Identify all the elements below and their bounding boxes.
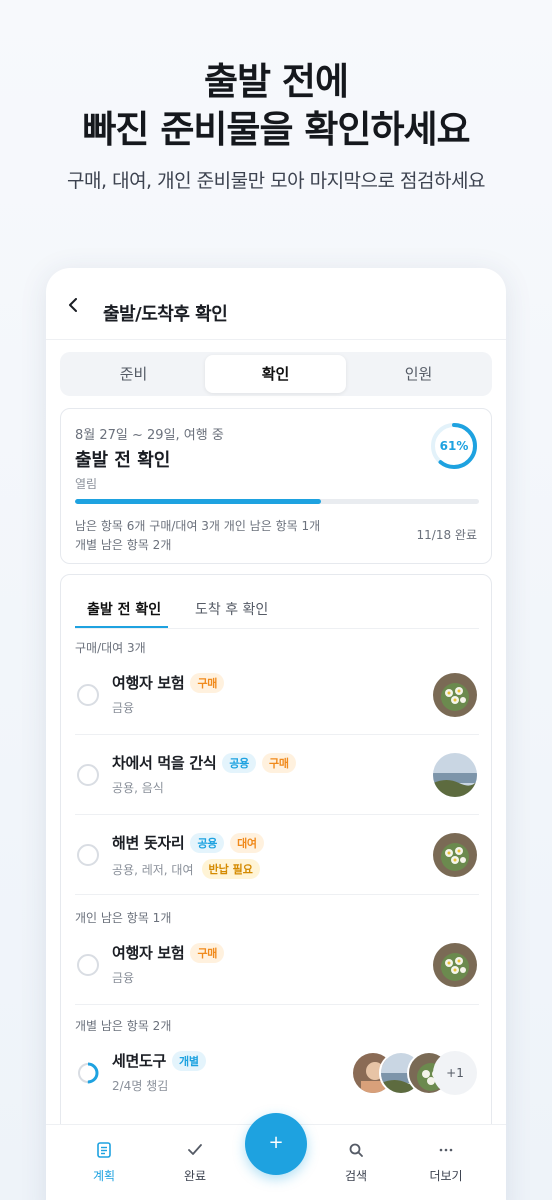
item-partial-progress[interactable] xyxy=(77,1062,99,1084)
hero: 출발 전에 빠진 준비물을 확인하세요 구매, 대여, 개인 준비물만 모아 마… xyxy=(0,58,552,193)
item-member-count: 2/4명 챙김 xyxy=(112,1079,169,1093)
segment-check[interactable]: 확인 xyxy=(205,355,346,393)
list-item[interactable]: 차에서 먹을 간식 공용 구매 공용, 음식 xyxy=(75,735,479,815)
section-label-individual: 개별 남은 항목 2개 xyxy=(75,1019,172,1033)
meta-line2: 개별 남은 항목 2개 xyxy=(75,538,172,552)
app-header: 출발/도착후 확인 xyxy=(46,268,506,340)
check-icon xyxy=(155,1139,235,1161)
nav-label: 더보기 xyxy=(429,1169,463,1183)
nav-plan[interactable]: 계획 xyxy=(64,1139,144,1184)
tag-return-required: 반납 필요 xyxy=(201,859,260,879)
item-name: 해변 돗자리 xyxy=(112,834,185,852)
subtabs: 출발 전 확인 도착 후 확인 xyxy=(75,595,479,629)
segment-members[interactable]: 인원 xyxy=(348,355,489,393)
list-item[interactable]: 여행자 보험 구매 금융 xyxy=(75,925,479,1005)
tag-shared: 공용 xyxy=(190,832,225,853)
tag-purchase: 구매 xyxy=(262,752,296,773)
item-title: 차에서 먹을 간식 공용 구매 xyxy=(112,752,296,773)
list-item[interactable]: 여행자 보험 구매 금융 xyxy=(75,655,479,735)
item-subtitle: 금융 xyxy=(112,699,134,716)
nav-done[interactable]: 완료 xyxy=(155,1139,235,1184)
item-title: 여행자 보험 구매 xyxy=(112,672,225,693)
member-avatars: +1 xyxy=(351,1051,477,1095)
summary-status: 열림 xyxy=(75,477,98,491)
list-item[interactable]: 해변 돗자리 공용 대여 공용, 레저, 대여 반납 필요 xyxy=(75,815,479,895)
nav-more[interactable]: 더보기 xyxy=(406,1139,486,1184)
chevron-left-icon[interactable] xyxy=(66,298,80,312)
active-tab-indicator xyxy=(75,626,168,628)
progress-bar-fill xyxy=(75,499,322,504)
item-checkbox[interactable] xyxy=(77,954,99,976)
tag-purchase: 구매 xyxy=(190,672,225,693)
item-photo xyxy=(433,673,477,717)
nav-label: 검색 xyxy=(344,1169,368,1183)
document-icon xyxy=(64,1139,144,1161)
item-category: 공용, 레저, 대여 xyxy=(112,862,194,877)
tab-after-arrival[interactable]: 도착 후 확인 xyxy=(195,599,268,619)
item-photo xyxy=(433,833,477,877)
tab-before-departure[interactable]: 출발 전 확인 xyxy=(87,599,161,619)
item-subtitle: 공용, 레저, 대여 반납 필요 xyxy=(112,859,260,879)
list-item[interactable]: 세면도구 개별 2/4명 챙김 +1 xyxy=(75,1033,479,1113)
section-label-purchase: 구매/대여 3개 xyxy=(75,641,146,655)
more-members-count[interactable]: +1 xyxy=(433,1051,477,1095)
item-name: 여행자 보험 xyxy=(112,944,185,962)
page-title: 출발/도착후 확인 xyxy=(103,304,228,325)
segment-prepare[interactable]: 준비 xyxy=(63,355,204,393)
item-name: 여행자 보험 xyxy=(112,674,185,692)
hero-title-line1: 출발 전에 xyxy=(203,60,349,103)
summary-card: 8월 27일 ~ 29일, 여행 중 출발 전 확인 열림 61% 남은 항목 … xyxy=(60,408,492,564)
trip-dates: 8월 27일 ~ 29일, 여행 중 xyxy=(75,428,224,443)
item-title: 해변 돗자리 공용 대여 xyxy=(112,832,264,853)
tag-purchase: 구매 xyxy=(190,942,225,963)
more-icon xyxy=(406,1139,486,1161)
summary-meta: 남은 항목 6개 구매/대여 3개 개인 남은 항목 1개 개별 남은 항목 2… xyxy=(75,517,375,555)
item-photo xyxy=(433,943,477,987)
done-count: 11/18 완료 xyxy=(416,528,477,542)
checklist-card: 출발 전 확인 도착 후 확인 구매/대여 3개 여행자 보험 구매 금융 차에… xyxy=(60,574,492,1200)
item-category: 공용, 음식 xyxy=(112,781,164,795)
item-checkbox[interactable] xyxy=(77,684,99,706)
item-checkbox[interactable] xyxy=(77,844,99,866)
phone-screen: 출발/도착후 확인 준비 확인 인원 8월 27일 ~ 29일, 여행 중 출발… xyxy=(46,268,506,1200)
item-category: 금융 xyxy=(112,971,135,985)
hero-subtitle: 구매, 대여, 개인 준비물만 모아 마지막으로 점검하세요 xyxy=(67,170,485,192)
add-button[interactable]: + xyxy=(245,1113,307,1175)
item-subtitle: 공용, 음식 xyxy=(112,779,164,796)
tag-shared: 공용 xyxy=(222,752,256,773)
summary-title: 출발 전 확인 xyxy=(75,450,171,471)
search-icon xyxy=(316,1139,396,1161)
item-title: 여행자 보험 구매 xyxy=(112,942,225,963)
item-name: 차에서 먹을 간식 xyxy=(112,754,217,772)
nav-label: 완료 xyxy=(183,1169,207,1183)
item-checkbox[interactable] xyxy=(77,764,99,786)
progress-bar xyxy=(75,499,479,504)
tag-individual: 개별 xyxy=(172,1050,206,1071)
item-subtitle: 금융 xyxy=(112,969,134,986)
section-label-personal: 개인 남은 항목 1개 xyxy=(75,911,172,925)
item-title: 세면도구 개별 xyxy=(112,1050,206,1071)
nav-search[interactable]: 검색 xyxy=(316,1139,396,1184)
progress-ring: 61% xyxy=(429,421,479,471)
item-photo xyxy=(433,753,477,797)
item-category: 금융 xyxy=(112,701,135,715)
tag-rental: 대여 xyxy=(230,832,264,853)
hero-title-line2: 빠진 준비물을 확인하세요 xyxy=(82,108,470,151)
meta-line1: 남은 항목 6개 구매/대여 3개 개인 남은 항목 1개 xyxy=(75,519,321,533)
nav-label: 계획 xyxy=(92,1169,116,1183)
item-subtitle: 2/4명 챙김 xyxy=(112,1077,168,1094)
progress-percent: 61% xyxy=(439,439,469,453)
segmented-control: 준비 확인 인원 xyxy=(60,352,492,396)
hero-title: 출발 전에 빠진 준비물을 확인하세요 xyxy=(0,58,552,154)
item-name: 세면도구 xyxy=(112,1052,167,1070)
